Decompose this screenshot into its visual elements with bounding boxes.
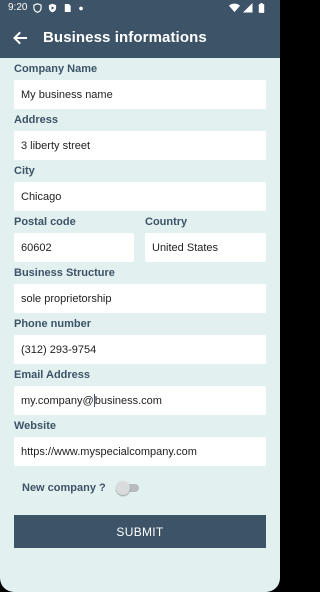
phone-value: (312) 293-9754 (21, 343, 97, 356)
new-company-label: New company ? (22, 482, 106, 494)
email-value-start: my.company@ (21, 394, 94, 407)
city-field[interactable]: Chicago (14, 182, 266, 211)
app-bar: Business informations (0, 17, 280, 58)
country-field[interactable]: United States (145, 233, 266, 262)
address-label: Address (14, 114, 59, 126)
business-structure-label: Business Structure (14, 267, 115, 279)
address-value: 3 liberty street (21, 139, 91, 152)
email-field[interactable]: my.company@ business.com (14, 386, 266, 415)
postal-code-field[interactable]: 60602 (14, 233, 134, 262)
country-label: Country (145, 216, 188, 228)
website-field[interactable]: https://www.myspecialcompany.com (14, 437, 266, 466)
wifi-icon (229, 3, 240, 13)
arrow-back-icon (13, 31, 27, 45)
sim-card-icon (64, 3, 71, 13)
country-value: United States (152, 241, 219, 254)
company-name-label: Company Name (14, 63, 98, 75)
app-screen: 9:20 Business informations Company Name … (0, 0, 280, 592)
website-value: https://www.myspecialcompany.com (21, 445, 197, 458)
new-company-switch[interactable] (116, 481, 139, 495)
battery-icon (258, 3, 265, 13)
back-button[interactable] (8, 26, 32, 50)
city-label: City (14, 165, 35, 177)
postal-code-label: Postal code (14, 216, 76, 228)
company-name-value: My business name (21, 88, 113, 101)
company-name-field[interactable]: My business name (14, 80, 266, 109)
notification-dot-icon (79, 6, 83, 11)
phone-label: Phone number (14, 318, 92, 330)
shield-status-icon (33, 3, 42, 13)
business-structure-field[interactable]: sole proprietorship (14, 284, 266, 313)
website-label: Website (14, 420, 56, 432)
postal-code-value: 60602 (21, 241, 52, 254)
status-time: 9:20 (8, 2, 28, 13)
city-value: Chicago (21, 190, 62, 203)
submit-button[interactable]: SUBMIT (14, 515, 266, 548)
phone-field[interactable]: (312) 293-9754 (14, 335, 266, 364)
business-structure-value: sole proprietorship (21, 292, 112, 305)
status-bar: 9:20 (0, 0, 280, 17)
address-field[interactable]: 3 liberty street (14, 131, 266, 160)
email-label: Email Address (14, 369, 91, 381)
switch-thumb (116, 481, 130, 495)
page-title: Business informations (43, 29, 207, 46)
play-protect-icon (48, 3, 57, 13)
email-value-end: business.com (94, 394, 162, 407)
signal-icon (243, 3, 253, 13)
